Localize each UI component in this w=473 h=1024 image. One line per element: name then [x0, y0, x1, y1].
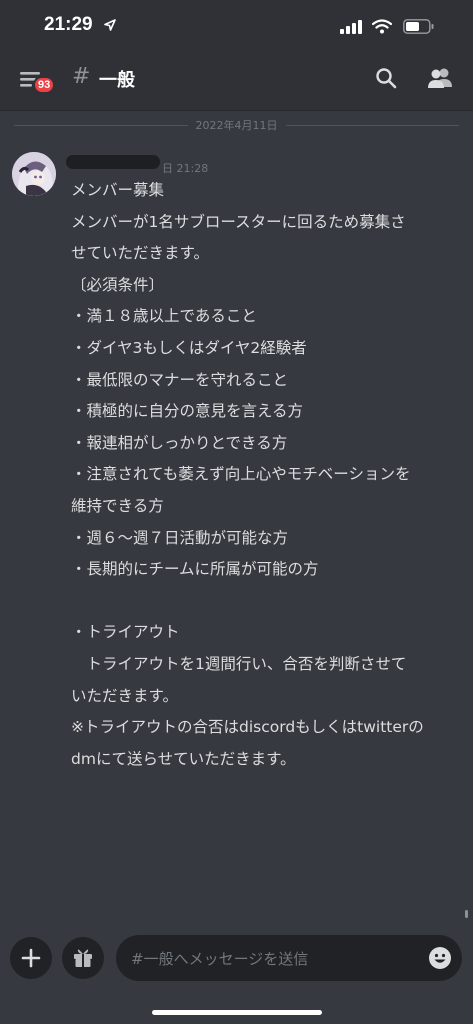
home-indicator[interactable]: [152, 1010, 322, 1015]
channel-header: # 一般: [0, 54, 473, 111]
message-line: ・報連相がしっかりとできる方: [71, 433, 288, 452]
message-line: ・積極的に自分の意見を言える方: [71, 402, 304, 421]
message-input-placeholder: #一般へメッセージを送信: [131, 950, 309, 968]
emoji-icon[interactable]: [428, 946, 452, 970]
message-line: ・最低限のマナーを守れること: [71, 370, 289, 389]
message-line: ・長期的にチームに所属が可能の方: [71, 560, 319, 579]
message-timestamp: 日 21:28: [162, 162, 209, 175]
search-icon[interactable]: [374, 66, 398, 90]
message-line: メンバーが1名サブロースターに回るため募集さ: [71, 212, 406, 231]
channel-name: 一般: [99, 70, 135, 91]
message-line: dmにて送らせていただきます。: [71, 749, 296, 768]
message-content: メンバー募集 メンバーが1名サブロースターに回るため募集さ せていただきます。 …: [71, 175, 463, 775]
message-line: ・週６〜週７日活動が可能な方: [71, 528, 289, 547]
status-time: 21:29: [44, 14, 93, 35]
message-line: ・トライアウト: [71, 623, 180, 642]
username-redacted: [66, 155, 160, 169]
message-line: メンバー募集: [71, 181, 165, 199]
avatar[interactable]: [12, 152, 56, 196]
message-line: いただきます。: [71, 686, 178, 705]
plus-icon: [21, 948, 41, 968]
date-divider: 2022年4月11日: [14, 116, 459, 134]
message-line: ・ダイヤ3もしくはダイヤ2経験者: [71, 338, 307, 357]
date-divider-text: 2022年4月11日: [187, 119, 286, 132]
message-line: ※トライアウトの合否はdiscordもしくはtwitterの: [71, 718, 424, 737]
wifi-icon: [372, 19, 392, 34]
scrollbar[interactable]: [465, 910, 468, 918]
add-attachment-button[interactable]: [10, 937, 52, 979]
members-icon[interactable]: [426, 66, 454, 90]
battery-icon: [403, 19, 434, 34]
message-line: 維持できる方: [71, 496, 164, 515]
channel-hash-icon: #: [72, 64, 91, 89]
location-arrow-icon: [104, 19, 116, 31]
unread-badge: 93: [33, 76, 56, 94]
gift-icon: [74, 949, 92, 967]
message-line: トライアウトを1週間行い、合否を判断させて: [71, 654, 407, 673]
message-line: ・満１８歳以上であること: [71, 307, 257, 326]
message-line: 〔必須条件〕: [71, 275, 165, 294]
message-line: せていただきます。: [71, 244, 209, 263]
avatar-image: [12, 152, 56, 196]
signal-icon: [340, 20, 362, 34]
message-input[interactable]: #一般へメッセージを送信: [116, 935, 462, 981]
gift-button[interactable]: [62, 937, 104, 979]
message-line: ・注意されても萎えず向上心やモチベーションを: [71, 465, 411, 484]
status-bar: 21:29: [0, 0, 473, 54]
